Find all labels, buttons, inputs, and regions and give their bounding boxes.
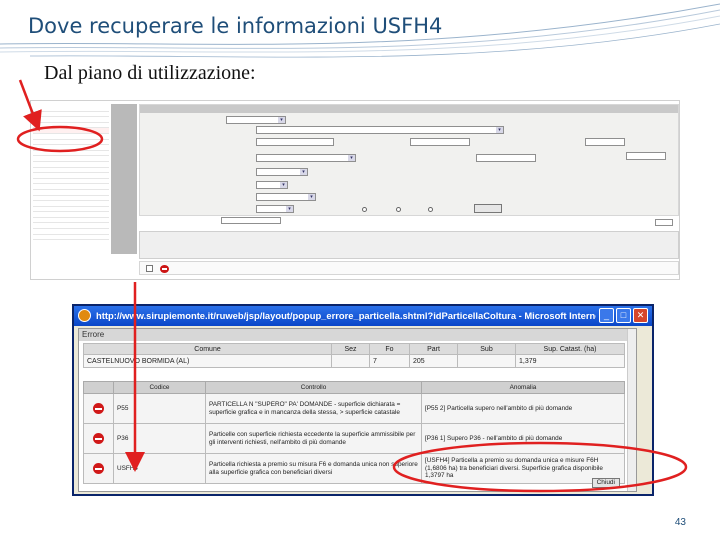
grid-cell-sup-catast: 1,379 bbox=[515, 354, 625, 368]
results-table-row[interactable] bbox=[139, 261, 679, 275]
filter-select[interactable] bbox=[256, 193, 316, 201]
filter-field[interactable] bbox=[410, 138, 470, 146]
control-code: USFH4 bbox=[113, 453, 206, 484]
controls-row: P36 Particelle con superficie richiesta … bbox=[83, 423, 625, 454]
control-code: P36 bbox=[113, 423, 206, 454]
filter-select[interactable] bbox=[226, 116, 286, 124]
grid-header: Sez bbox=[331, 343, 370, 355]
side-menu: ​ ​ ​ ​ ​ ​ ​ ​ ​ ​ ​ ​ ​ ​ ​ ​ ​ ​ ​ ​ … bbox=[33, 106, 109, 241]
vertical-scrollbar[interactable] bbox=[627, 329, 636, 491]
filter-select[interactable] bbox=[256, 181, 288, 189]
grid-cell-sez bbox=[331, 354, 370, 368]
controls-header bbox=[83, 381, 114, 394]
grid-header: Comune bbox=[83, 343, 332, 355]
slide-subtitle: Dal piano di utilizzazione: bbox=[44, 62, 256, 84]
controls-header: Codice bbox=[113, 381, 206, 394]
grid-header: Fo bbox=[369, 343, 410, 355]
filter-select[interactable] bbox=[256, 205, 294, 213]
popup-titlebar: http://www.sirupiemonte.it/ruweb/jsp/lay… bbox=[74, 306, 652, 326]
radio-option[interactable] bbox=[362, 207, 367, 212]
comune-select[interactable] bbox=[256, 154, 356, 162]
controls-row: USFH4 Particella richiesta a premio su m… bbox=[83, 453, 625, 484]
grid-header: Sub bbox=[457, 343, 516, 355]
piano-utilizzazione-screenshot: ​ ​ ​ ​ ​ ​ ​ ​ ​ ​ ​ ​ ​ ​ ​ ​ ​ ​ ​ ​ … bbox=[30, 100, 680, 280]
control-code: P55 bbox=[113, 393, 206, 424]
grid-header: Part bbox=[409, 343, 458, 355]
popup-body: Errore Comune Sez Fo Part Sub Sup. Catas… bbox=[78, 328, 637, 492]
side-menu-item[interactable]: ​ bbox=[33, 235, 109, 241]
maximize-icon[interactable]: □ bbox=[616, 308, 631, 323]
control-description: PARTICELLA N "SUPERO" PA' DOMANDE - supe… bbox=[205, 393, 422, 424]
filter-field[interactable] bbox=[256, 138, 334, 146]
filter-form bbox=[139, 104, 679, 216]
control-anomaly: [P55 2] Particella supero nell'ambito di… bbox=[421, 393, 625, 424]
close-button[interactable]: Chiudi bbox=[591, 478, 620, 488]
search-button[interactable] bbox=[474, 204, 502, 213]
control-description: Particella richiesta a premio su misura … bbox=[205, 453, 422, 484]
result-field bbox=[221, 217, 281, 224]
stop-icon bbox=[93, 463, 104, 474]
control-description: Particelle con superficie richiesta ecce… bbox=[205, 423, 422, 454]
stop-icon bbox=[93, 433, 104, 444]
grid-cell-fo: 7 bbox=[369, 354, 410, 368]
row-checkbox[interactable] bbox=[146, 265, 153, 272]
filter-select[interactable] bbox=[256, 126, 504, 134]
controls-header: Controllo bbox=[205, 381, 422, 394]
parcel-grid: Comune Sez Fo Part Sub Sup. Catast. (ha)… bbox=[83, 343, 625, 368]
close-icon[interactable]: ✕ bbox=[633, 308, 648, 323]
grid-cell-comune: CASTELNUOVO BORMIDA (AL) bbox=[83, 354, 332, 368]
error-icon[interactable] bbox=[160, 265, 169, 273]
grid-cell-part: 205 bbox=[409, 354, 458, 368]
controls-header: Anomalia bbox=[421, 381, 625, 394]
stop-icon bbox=[93, 403, 104, 414]
filter-select[interactable] bbox=[256, 168, 308, 176]
error-bar: Errore bbox=[79, 329, 636, 341]
filter-field[interactable] bbox=[585, 138, 625, 146]
particella-field[interactable] bbox=[626, 152, 666, 160]
page-number: 43 bbox=[674, 517, 686, 528]
error-popup-window: http://www.sirupiemonte.it/ruweb/jsp/lay… bbox=[72, 304, 654, 496]
results-table-header bbox=[139, 231, 679, 259]
page-field[interactable] bbox=[655, 219, 673, 226]
controls-table: Codice Controllo Anomalia P55 PARTICELLA… bbox=[83, 381, 625, 484]
minimize-icon[interactable]: _ bbox=[599, 308, 614, 323]
radio-option[interactable] bbox=[396, 207, 401, 212]
grid-cell-sub bbox=[457, 354, 516, 368]
menu-separator bbox=[111, 104, 137, 254]
foglio-field[interactable] bbox=[476, 154, 536, 162]
grid-header: Sup. Catast. (ha) bbox=[515, 343, 625, 355]
browser-icon bbox=[78, 309, 91, 322]
control-anomaly: [P36 1] Supero P36 - nell'ambito di più … bbox=[421, 423, 625, 454]
slide-title: Dove recuperare le informazioni USFH4 bbox=[28, 14, 443, 38]
form-header bbox=[140, 105, 678, 113]
controls-row: P55 PARTICELLA N "SUPERO" PA' DOMANDE - … bbox=[83, 393, 625, 424]
radio-option[interactable] bbox=[428, 207, 433, 212]
popup-title: http://www.sirupiemonte.it/ruweb/jsp/lay… bbox=[96, 310, 596, 321]
